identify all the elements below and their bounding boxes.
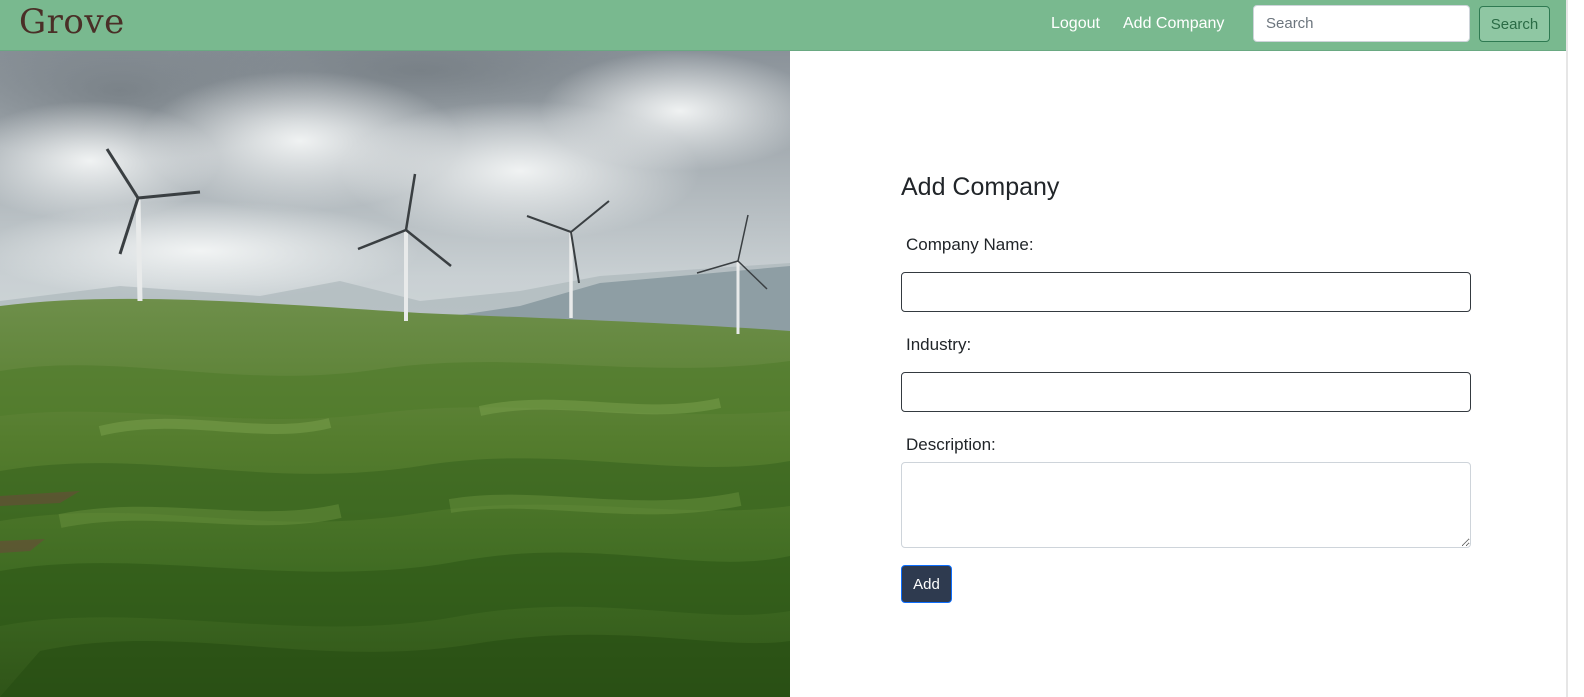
description-textarea[interactable] [901,462,1471,548]
form-title: Add Company [901,173,1060,201]
add-company-link[interactable]: Add Company [1123,15,1224,33]
industry-input[interactable] [901,372,1471,412]
logout-link[interactable]: Logout [1051,15,1100,33]
top-navbar: Grove Logout Add Company Search [0,0,1568,51]
hero-image [0,51,790,697]
search-input[interactable] [1253,5,1470,42]
industry-label: Industry: [906,335,972,354]
brand-logo[interactable]: Grove [19,2,125,42]
page-scrollbar[interactable] [1566,0,1568,697]
description-label: Description: [906,435,996,454]
company-name-label: Company Name: [906,235,1034,254]
search-button[interactable]: Search [1479,6,1550,42]
add-company-submit-button[interactable]: Add [901,565,952,603]
company-name-input[interactable] [901,272,1471,312]
